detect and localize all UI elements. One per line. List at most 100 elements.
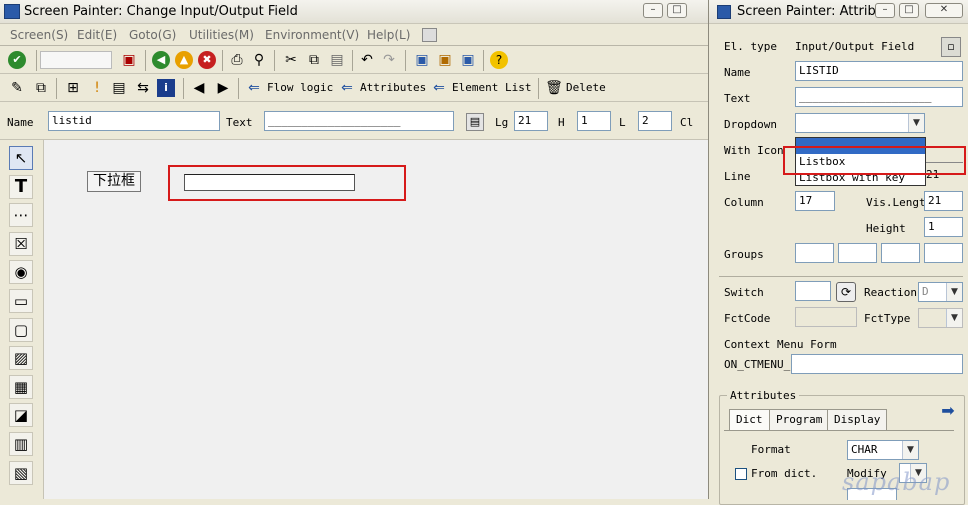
- fcttype-chevron-down-icon[interactable]: ▼: [946, 309, 962, 327]
- redo-icon[interactable]: ↷: [380, 51, 398, 69]
- dropdown-select[interactable]: [795, 113, 925, 133]
- switch-refresh-icon[interactable]: ⟳: [836, 282, 856, 302]
- delete-icon[interactable]: 🗑: [545, 79, 563, 97]
- highlight-box-io-field: [168, 165, 406, 201]
- dropdown-chevron-down-icon[interactable]: ▼: [908, 114, 924, 132]
- menu-customize-icon[interactable]: [422, 28, 437, 42]
- flow-logic-arrow-icon[interactable]: ⇐: [245, 79, 263, 97]
- screen-test-icon[interactable]: ▤: [110, 79, 128, 97]
- undo-icon[interactable]: ↶: [358, 51, 376, 69]
- pointer-icon[interactable]: ↖: [9, 146, 33, 170]
- dropdown-text-label[interactable]: 下拉框: [87, 171, 141, 192]
- maximize-button[interactable]: □: [667, 3, 687, 18]
- cancel-icon[interactable]: ✖: [198, 51, 216, 69]
- table-wizard-icon[interactable]: ▧: [9, 461, 33, 485]
- text-field[interactable]: ____________________: [264, 111, 454, 131]
- input-field-icon[interactable]: ⋯: [9, 203, 33, 227]
- tab-display[interactable]: Display: [827, 409, 888, 431]
- checkbox-icon[interactable]: ☒: [9, 232, 33, 256]
- edit-pencil-icon[interactable]: ✎: [8, 79, 26, 97]
- attributes-button[interactable]: Attributes: [360, 81, 426, 94]
- previous-icon[interactable]: ◀: [190, 79, 208, 97]
- radio-icon[interactable]: ◉: [9, 260, 33, 284]
- attr-name-field[interactable]: LISTID: [795, 61, 963, 81]
- menu-goto[interactable]: Goto(G): [129, 28, 176, 42]
- fctcode-field[interactable]: [795, 307, 857, 327]
- menu-edit[interactable]: Edit(E): [77, 28, 117, 42]
- exit-icon[interactable]: ▲: [175, 51, 193, 69]
- from-dict-checkbox[interactable]: [735, 468, 747, 480]
- column-field[interactable]: 17: [795, 191, 835, 211]
- copy-icon[interactable]: ⧉: [305, 51, 323, 69]
- element-list-arrow-icon[interactable]: ⇐: [430, 79, 448, 97]
- attributes-window-title: Screen Painter: Attrib...: [737, 4, 889, 19]
- element-list-button[interactable]: Element List: [452, 81, 531, 94]
- el-type-label: El. type: [724, 40, 777, 53]
- next-icon[interactable]: ▶: [214, 79, 232, 97]
- tab-dict[interactable]: Dict: [729, 409, 770, 431]
- attributes-minimize-button[interactable]: –: [875, 3, 895, 18]
- attr-text-field[interactable]: ____________________: [795, 87, 963, 107]
- tabstrip-icon[interactable]: ▦: [9, 375, 33, 399]
- subscreen-icon[interactable]: ▨: [9, 346, 33, 370]
- el-type-toggle-icon[interactable]: ▫: [941, 37, 961, 57]
- custom-control-icon[interactable]: ◪: [9, 403, 33, 427]
- reaction-chevron-down-icon[interactable]: ▼: [946, 283, 962, 301]
- table-control-icon[interactable]: ▥: [9, 432, 33, 456]
- save-icon[interactable]: ▣: [120, 51, 138, 69]
- menu-utilities[interactable]: Utilities(M): [189, 28, 254, 42]
- minimize-button[interactable]: –: [643, 3, 663, 18]
- from-dict-label: From dict.: [751, 467, 818, 480]
- group-field-2[interactable]: [838, 243, 877, 263]
- paste-icon[interactable]: ▤: [328, 51, 346, 69]
- main-title-bar: Screen Painter: Change Input/Output Fiel…: [0, 0, 708, 24]
- group-field-4[interactable]: [924, 243, 963, 263]
- vis-length-field[interactable]: 21: [924, 191, 963, 211]
- menu-environment[interactable]: Environment(V): [265, 28, 359, 42]
- menu-screen[interactable]: Screen(S): [10, 28, 68, 42]
- flow-logic-button[interactable]: Flow logic: [267, 81, 333, 94]
- element-palette: ↖ T ⋯ ☒ ◉ ▭ ▢ ▨ ▦ ◪ ▥ ▧: [0, 140, 44, 499]
- command-field[interactable]: [40, 51, 112, 69]
- tab-program[interactable]: Program: [769, 409, 830, 431]
- attributes-maximize-button[interactable]: □: [899, 3, 919, 18]
- text-icon[interactable]: T: [9, 175, 33, 199]
- height-field[interactable]: 1: [924, 217, 963, 237]
- help-icon[interactable]: ?: [490, 51, 508, 69]
- menu-help[interactable]: Help(L): [367, 28, 410, 42]
- text-options-icon[interactable]: ▤: [466, 113, 484, 131]
- navigate-icon[interactable]: ⇆: [134, 79, 152, 97]
- h-field[interactable]: 1: [577, 111, 611, 131]
- hierarchy-icon[interactable]: ⊞: [64, 79, 82, 97]
- back-icon[interactable]: ◀: [152, 51, 170, 69]
- screen-icon[interactable]: ▣: [459, 51, 477, 69]
- frame-icon[interactable]: ▢: [9, 318, 33, 342]
- find-icon[interactable]: ⚲: [250, 51, 268, 69]
- lg-field[interactable]: 21: [514, 111, 548, 131]
- l-label: L: [619, 116, 626, 129]
- delete-button[interactable]: Delete: [566, 81, 606, 94]
- name-field[interactable]: listid: [48, 111, 220, 131]
- group-field-1[interactable]: [795, 243, 834, 263]
- switch-field[interactable]: [795, 281, 831, 301]
- on-ctmenu-field[interactable]: [791, 354, 963, 374]
- attributes-close-button[interactable]: ✕: [925, 3, 963, 18]
- element-palette-icon[interactable]: ▣: [436, 51, 454, 69]
- cut-icon[interactable]: ✂: [282, 51, 300, 69]
- print-icon[interactable]: ⎙: [228, 51, 246, 69]
- with-icon-label: With Icon: [724, 144, 784, 157]
- layout-icon[interactable]: ▣: [413, 51, 431, 69]
- attributes-arrow-icon[interactable]: ⇐: [338, 79, 356, 97]
- layout-canvas[interactable]: 下拉框: [44, 140, 708, 499]
- lg-label: Lg: [495, 116, 509, 129]
- where-used-icon[interactable]: !: [88, 79, 106, 97]
- pushbutton-icon[interactable]: ▭: [9, 289, 33, 313]
- attributes-title-bar: Screen Painter: Attrib... – □ ✕: [709, 0, 968, 24]
- group-field-3[interactable]: [881, 243, 920, 263]
- format-chevron-down-icon[interactable]: ▼: [902, 441, 918, 459]
- info-icon[interactable]: i: [157, 79, 175, 97]
- enter-check-icon[interactable]: ✔: [8, 51, 26, 69]
- display-change-icon[interactable]: ⧉: [32, 79, 50, 97]
- attributes-expand-arrow-icon[interactable]: ➡: [937, 402, 959, 420]
- l-field[interactable]: 2: [638, 111, 672, 131]
